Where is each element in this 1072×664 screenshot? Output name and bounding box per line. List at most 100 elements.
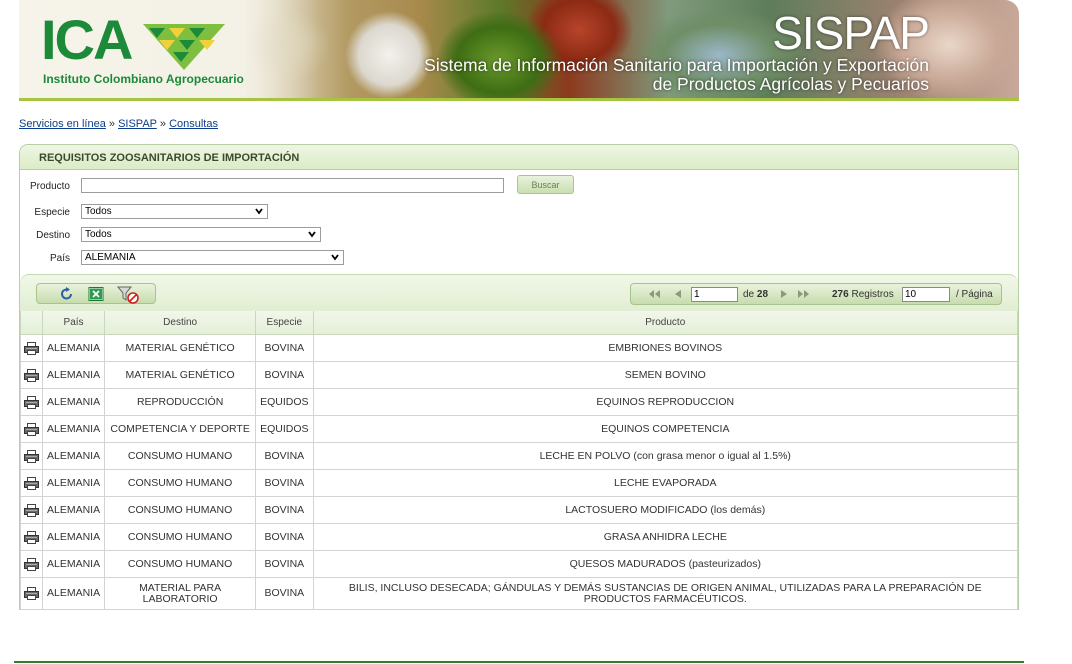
cell-destino: MATERIAL GENÉTICO: [104, 361, 257, 389]
cell-especie: BOVINA: [255, 523, 314, 551]
cell-especie: BOVINA: [255, 577, 314, 610]
column-header-destino[interactable]: Destino: [104, 311, 257, 335]
cell-pais: ALEMANIA: [41, 415, 106, 443]
pais-select[interactable]: ALEMANIA: [81, 250, 344, 265]
table-row[interactable]: ALEMANIA CONSUMO HUMANO BOVINA QUESOS MA…: [20, 550, 1019, 578]
cell-producto: EQUINOS REPRODUCCION: [312, 388, 1019, 416]
chevron-down-icon: [308, 231, 316, 238]
cell-destino: CONSUMO HUMANO: [104, 469, 257, 497]
page-size-input[interactable]: [902, 287, 950, 302]
printer-icon[interactable]: [24, 503, 39, 517]
printer-icon[interactable]: [24, 530, 39, 544]
ica-logo-subtitle: Instituto Colombiano Agropecuario: [43, 72, 244, 86]
cell-especie: BOVINA: [255, 496, 314, 524]
cell-especie: BOVINA: [255, 361, 314, 389]
ica-logo-mark-icon: [143, 24, 225, 70]
table-row[interactable]: ALEMANIA MATERIAL GENÉTICO BOVINA EMBRIO…: [20, 334, 1019, 362]
printer-icon[interactable]: [24, 449, 39, 463]
cell-producto: LACTOSUERO MODIFICADO (los demás): [312, 496, 1019, 524]
print-cell: [20, 550, 43, 578]
especie-select[interactable]: Todos: [81, 204, 268, 219]
cell-especie: BOVINA: [255, 550, 314, 578]
page-count: de 28: [743, 289, 769, 300]
cell-especie: BOVINA: [255, 469, 314, 497]
cell-destino: CONSUMO HUMANO: [104, 523, 257, 551]
table-row[interactable]: ALEMANIA COMPETENCIA Y DEPORTE EQUIDOS E…: [20, 415, 1019, 443]
cell-destino: MATERIAL PARA LABORATORIO: [104, 577, 257, 610]
printer-icon[interactable]: [24, 341, 39, 355]
print-cell: [20, 334, 43, 362]
printer-icon[interactable]: [24, 476, 39, 490]
ica-logo-text: ICA: [41, 8, 133, 71]
pager: de 28 276 Registros / Página: [630, 283, 1002, 305]
table-row[interactable]: ALEMANIA CONSUMO HUMANO BOVINA GRASA ANH…: [20, 523, 1019, 551]
table-header-row: País Destino Especie Producto: [20, 311, 1019, 335]
table-row[interactable]: ALEMANIA CONSUMO HUMANO BOVINA LECHE EVA…: [20, 469, 1019, 497]
destino-select-value: Todos: [85, 229, 112, 240]
print-cell: [20, 469, 43, 497]
cell-producto: SEMEN BOVINO: [312, 361, 1019, 389]
per-page-label: / Página: [956, 289, 993, 300]
cell-destino: MATERIAL GENÉTICO: [104, 334, 257, 362]
cell-especie: BOVINA: [255, 442, 314, 470]
next-page-icon[interactable]: [777, 288, 791, 300]
especie-select-value: Todos: [85, 206, 112, 217]
excel-export-icon[interactable]: [88, 287, 104, 301]
column-header-especie[interactable]: Especie: [255, 311, 314, 335]
table-row[interactable]: ALEMANIA CONSUMO HUMANO BOVINA LECHE EN …: [20, 442, 1019, 470]
cell-producto: EMBRIONES BOVINOS: [312, 334, 1019, 362]
destino-select[interactable]: Todos: [81, 227, 321, 242]
cell-pais: ALEMANIA: [41, 496, 106, 524]
producto-input[interactable]: [81, 178, 504, 193]
cell-especie: EQUIDOS: [255, 415, 314, 443]
printer-icon[interactable]: [24, 395, 39, 409]
printer-icon[interactable]: [24, 422, 39, 436]
printer-icon[interactable]: [24, 557, 39, 571]
system-name: SISPAP: [772, 7, 930, 59]
breadcrumb-consultas[interactable]: Consultas: [169, 118, 218, 130]
cell-destino: CONSUMO HUMANO: [104, 442, 257, 470]
pais-select-value: ALEMANIA: [85, 252, 136, 263]
printer-icon[interactable]: [24, 587, 39, 600]
clear-filter-icon[interactable]: [117, 286, 139, 304]
cell-pais: ALEMANIA: [41, 577, 106, 610]
cell-especie: BOVINA: [255, 334, 314, 362]
current-page-input[interactable]: [691, 287, 738, 302]
cell-pais: ALEMANIA: [41, 442, 106, 470]
printer-icon[interactable]: [24, 368, 39, 382]
column-header-producto[interactable]: Producto: [312, 311, 1019, 335]
producto-label: Producto: [29, 181, 70, 192]
cell-pais: ALEMANIA: [41, 523, 106, 551]
cell-producto: QUESOS MADURADOS (pasteurizados): [312, 550, 1019, 578]
pais-label: País: [49, 253, 70, 264]
column-header-pais[interactable]: País: [41, 311, 106, 335]
breadcrumb-sispap[interactable]: SISPAP: [118, 118, 157, 130]
footer-divider: [14, 661, 1024, 663]
table-row[interactable]: ALEMANIA CONSUMO HUMANO BOVINA LACTOSUER…: [20, 496, 1019, 524]
print-cell: [20, 415, 43, 443]
cell-producto: BILIS, INCLUSO DESECADA; GÁNDULAS Y DEMÁ…: [312, 577, 1019, 610]
prev-page-icon[interactable]: [671, 288, 685, 300]
print-cell: [20, 577, 43, 610]
cell-pais: ALEMANIA: [41, 550, 106, 578]
destino-label: Destino: [36, 230, 70, 241]
first-page-icon[interactable]: [647, 288, 661, 300]
table-row[interactable]: ALEMANIA MATERIAL PARA LABORATORIO BOVIN…: [20, 577, 1019, 610]
grid-toolbar: de 28 276 Registros / Página: [20, 274, 1018, 312]
cell-destino: CONSUMO HUMANO: [104, 496, 257, 524]
chevron-down-icon: [255, 208, 263, 215]
print-column-header: [20, 311, 43, 335]
buscar-button[interactable]: Buscar: [517, 175, 574, 194]
header-banner: ICA Instituto Colombiano Agropecuario SI…: [19, 0, 1019, 101]
table-row[interactable]: ALEMANIA REPRODUCCIÓN EQUIDOS EQUINOS RE…: [20, 388, 1019, 416]
cell-destino: REPRODUCCIÓN: [104, 388, 257, 416]
cell-producto: LECHE EVAPORADA: [312, 469, 1019, 497]
cell-pais: ALEMANIA: [41, 334, 106, 362]
cell-destino: CONSUMO HUMANO: [104, 550, 257, 578]
table-row[interactable]: ALEMANIA MATERIAL GENÉTICO BOVINA SEMEN …: [20, 361, 1019, 389]
records-count: 276 Registros: [832, 289, 894, 300]
last-page-icon[interactable]: [797, 288, 811, 300]
requisitos-panel: REQUISITOS ZOOSANITARIOS DE IMPORTACIÓN …: [19, 144, 1019, 610]
breadcrumb-servicios[interactable]: Servicios en línea: [19, 118, 106, 130]
refresh-icon[interactable]: [59, 287, 75, 301]
